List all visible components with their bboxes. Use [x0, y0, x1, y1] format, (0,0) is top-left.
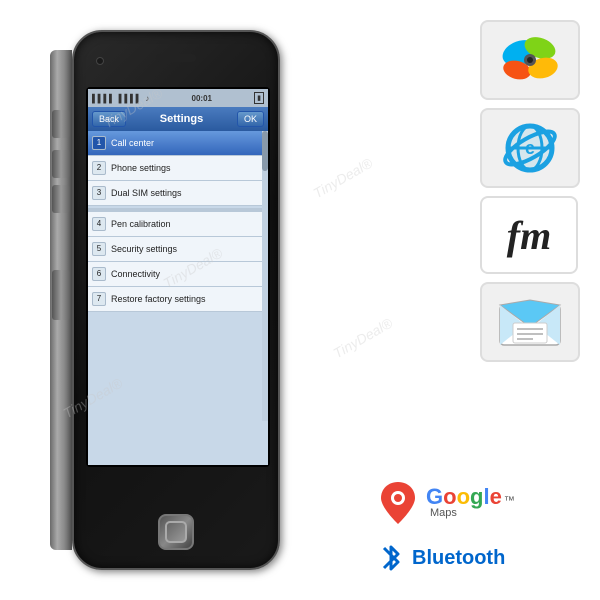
signal-bars: ▌▌▌▌ [92, 94, 115, 103]
scroll-thumb[interactable] [262, 131, 268, 171]
item-num-7: 7 [92, 292, 106, 306]
item-num-3: 3 [92, 186, 106, 200]
svg-text:e: e [524, 138, 534, 158]
fm-icon-box[interactable]: fm [480, 196, 578, 274]
bluetooth-box[interactable]: Bluetooth [370, 536, 580, 580]
bluetooth-icon [376, 540, 406, 576]
menu-item-connectivity[interactable]: 6 Connectivity [88, 262, 268, 287]
bluetooth-label: Bluetooth [412, 547, 505, 570]
title-bar: Back Settings OK [88, 107, 268, 131]
restore-label: Restore factory settings [111, 294, 206, 304]
side-button-vol-up[interactable] [52, 150, 70, 178]
fm-icon: fm [507, 212, 551, 259]
item-num-5: 5 [92, 242, 106, 256]
back-button[interactable]: Back [92, 111, 126, 127]
security-label: Security settings [111, 244, 177, 254]
phone-side [50, 50, 72, 550]
side-button-power[interactable] [52, 270, 70, 320]
menu-item-restore[interactable]: 7 Restore factory settings [88, 287, 268, 312]
bottom-icons-panel: G o o g l e ™ Maps Bluetooth [370, 475, 590, 580]
mail-icon-box[interactable] [480, 282, 580, 362]
pen-calibration-label: Pen calibration [111, 219, 171, 229]
music-note: ♪ [145, 94, 149, 103]
side-button-mute[interactable] [52, 110, 70, 138]
menu-item-pen-calibration[interactable]: 4 Pen calibration [88, 212, 268, 237]
phone-screen: ▌▌▌▌ ▌▌▌▌ ♪ 00:01 ▮ Back Settings OK [88, 89, 268, 465]
watermark-5: TinyDeal® [330, 315, 395, 362]
menu-group-2: 4 Pen calibration 5 Security settings 6 … [88, 212, 268, 312]
dual-sim-label: Dual SIM settings [111, 188, 182, 198]
msn-icon-box[interactable] [480, 20, 580, 100]
connectivity-label: Connectivity [111, 269, 160, 279]
phone-body: ▌▌▌▌ ▌▌▌▌ ♪ 00:01 ▮ Back Settings OK [72, 30, 280, 570]
phone: ▌▌▌▌ ▌▌▌▌ ♪ 00:01 ▮ Back Settings OK [50, 30, 280, 570]
call-center-label: Call center [111, 138, 154, 148]
item-num-4: 4 [92, 217, 106, 231]
time-display: 00:01 [192, 94, 212, 103]
msn-icon [495, 28, 565, 93]
speaker [156, 54, 196, 62]
home-button[interactable] [158, 514, 194, 550]
scrollbar[interactable] [262, 131, 268, 421]
item-num-2: 2 [92, 161, 106, 175]
home-button-inner [165, 521, 187, 543]
maps-sublabel: Maps [430, 508, 515, 519]
ok-button[interactable]: OK [237, 111, 264, 127]
item-num-1: 1 [92, 136, 106, 150]
settings-title: Settings [160, 113, 203, 125]
phone-settings-label: Phone settings [111, 163, 171, 173]
signal-bars-2: ▌▌▌▌ [119, 94, 142, 103]
menu-item-security[interactable]: 5 Security settings [88, 237, 268, 262]
google-maps-box[interactable]: G o o g l e ™ Maps [370, 475, 580, 530]
menu-group-1: 1 Call center 2 Phone settings 3 Dual SI… [88, 131, 268, 206]
google-maps-icon [378, 480, 418, 525]
ie-icon: e [498, 118, 563, 178]
battery-icon: ▮ [254, 92, 264, 104]
menu-item-phone-settings[interactable]: 2 Phone settings [88, 156, 268, 181]
camera [96, 57, 104, 65]
status-bar: ▌▌▌▌ ▌▌▌▌ ♪ 00:01 ▮ [88, 89, 268, 107]
menu-item-dual-sim[interactable]: 3 Dual SIM settings [88, 181, 268, 206]
app-icons-panel: e fm [480, 20, 590, 362]
mail-icon [495, 295, 565, 350]
watermark-4: TinyDeal® [310, 155, 375, 202]
signal-icons: ▌▌▌▌ ▌▌▌▌ ♪ [92, 94, 149, 103]
google-word: G o o g l e ™ [426, 486, 515, 508]
screen-bezel: ▌▌▌▌ ▌▌▌▌ ♪ 00:01 ▮ Back Settings OK [86, 87, 270, 467]
menu-item-call-center[interactable]: 1 Call center [88, 131, 268, 156]
ie-icon-box[interactable]: e [480, 108, 580, 188]
side-button-vol-down[interactable] [52, 185, 70, 213]
google-text: G o o g l e ™ Maps [426, 486, 515, 519]
item-num-6: 6 [92, 267, 106, 281]
